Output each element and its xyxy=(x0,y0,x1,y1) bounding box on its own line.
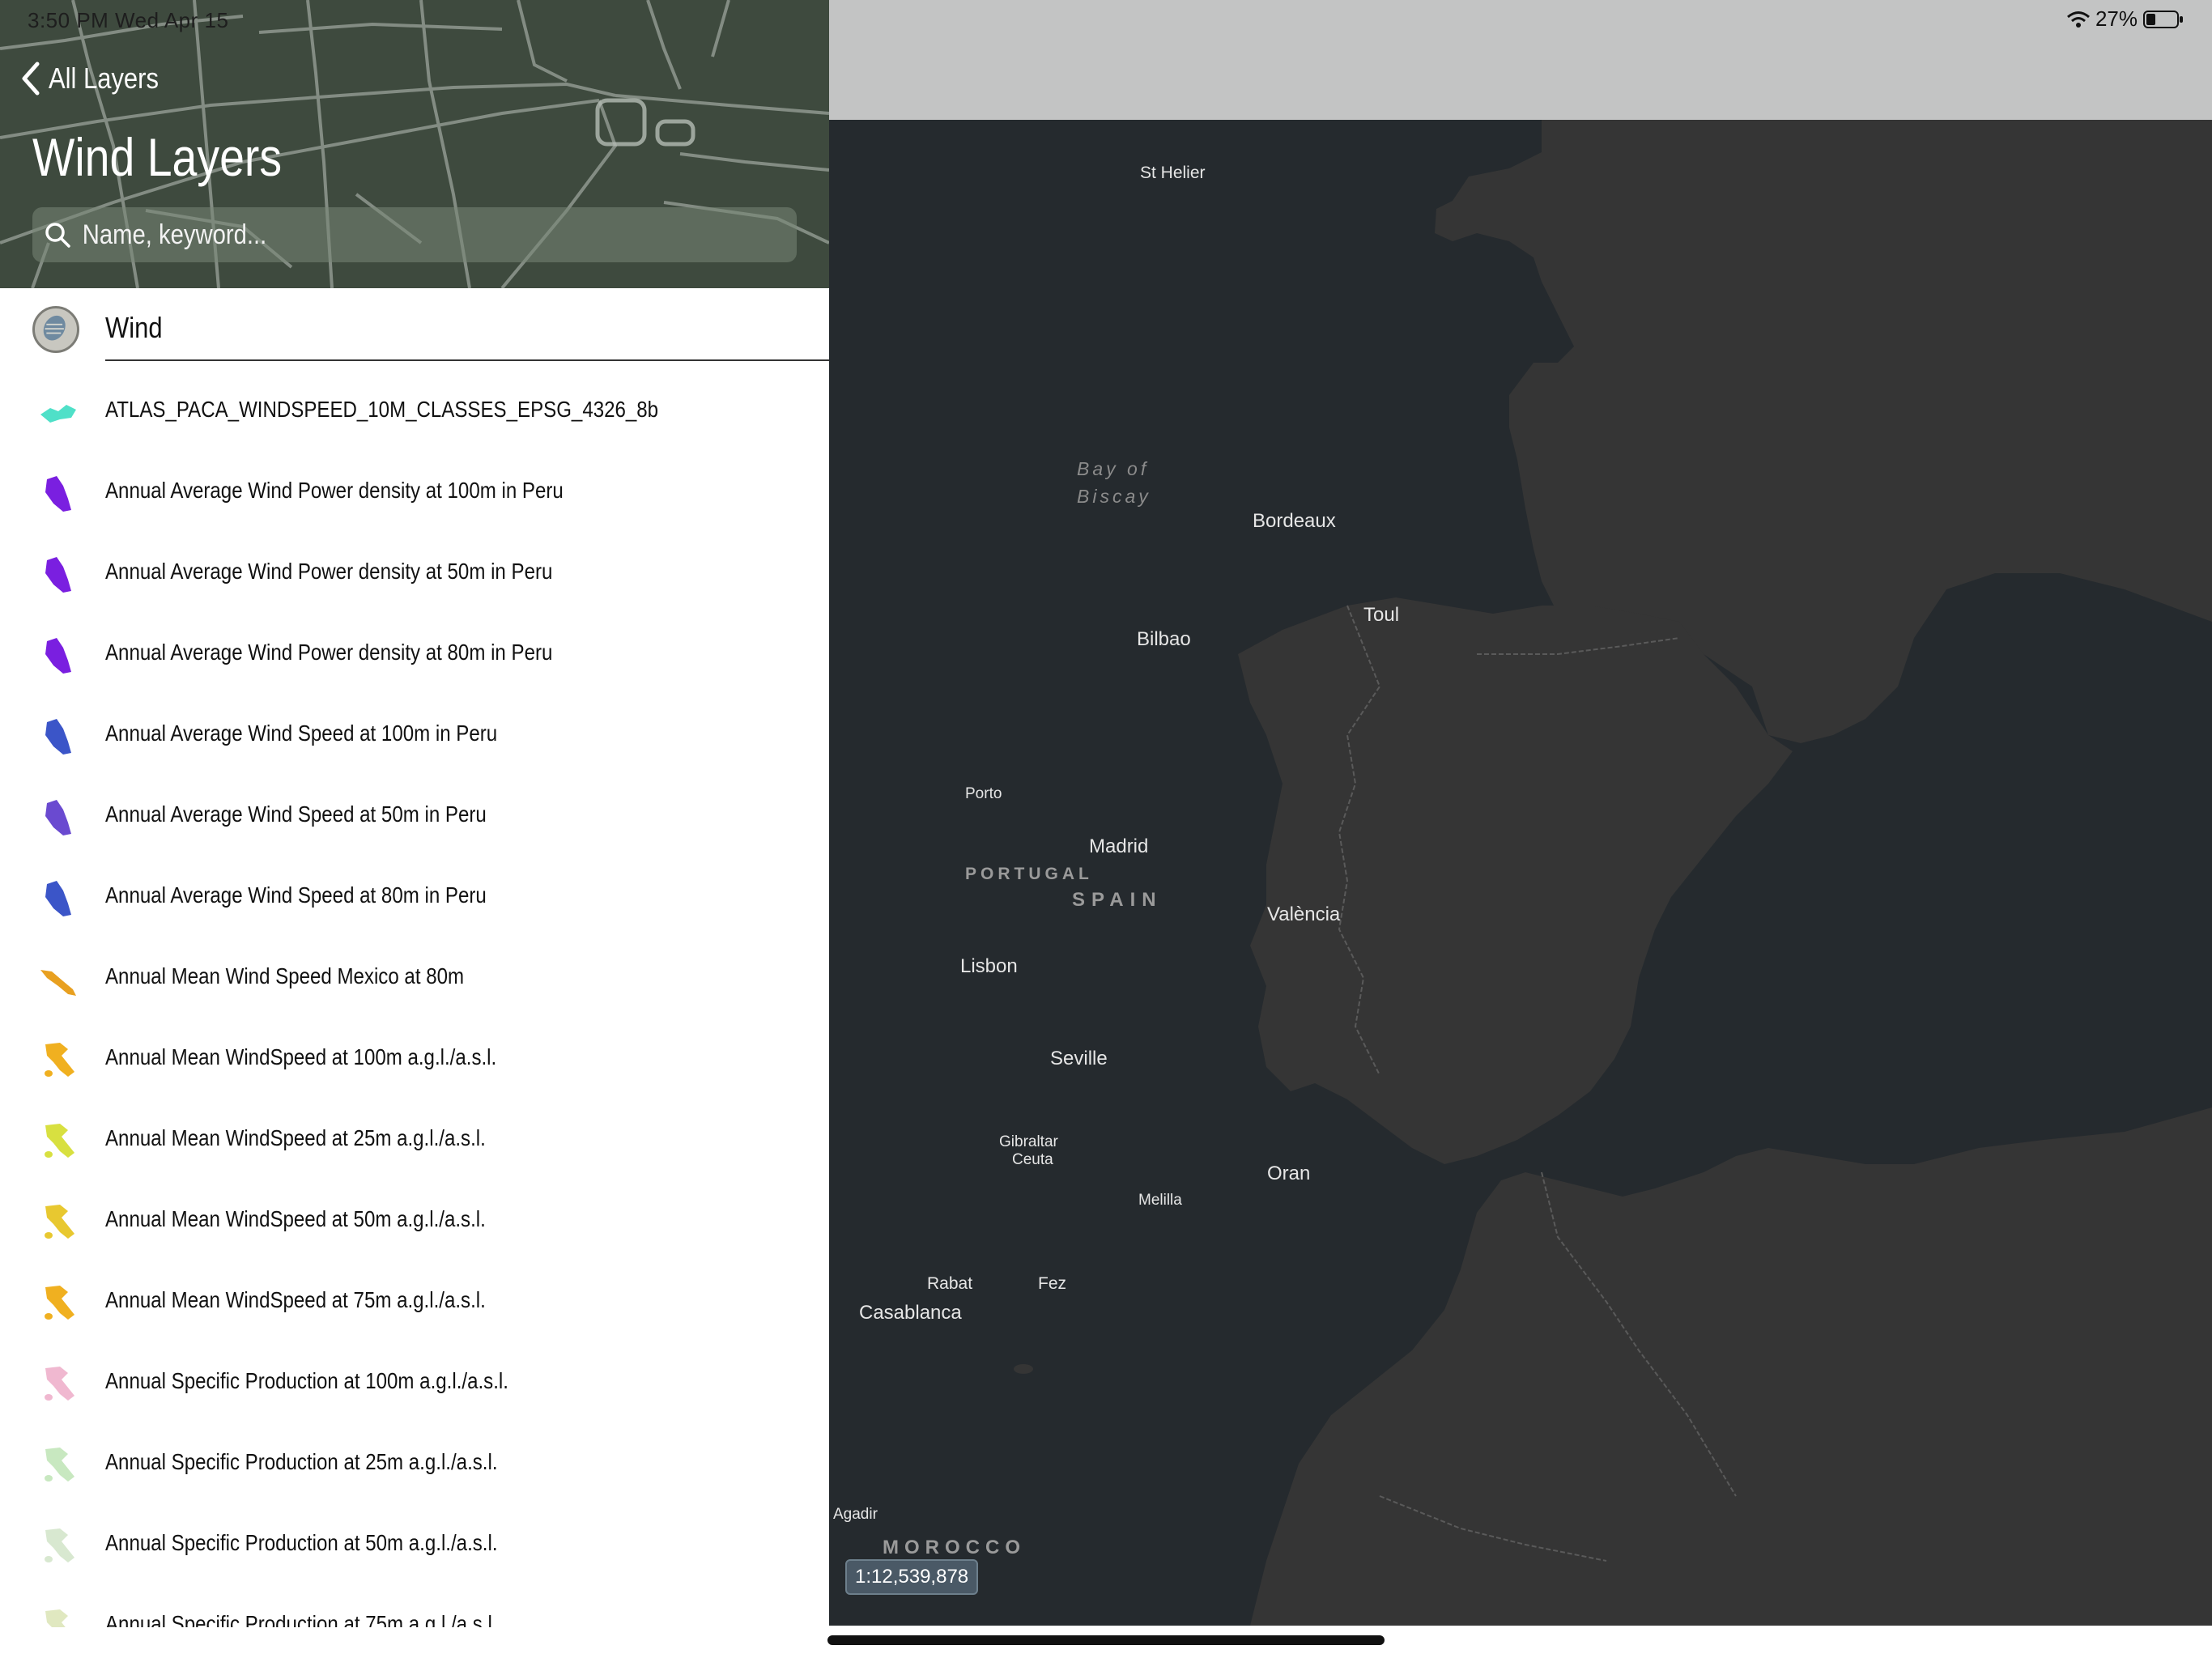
layer-label: Annual Mean WindSpeed at 50m a.g.l./a.s.… xyxy=(105,1206,486,1231)
map-label-rabat: Rabat xyxy=(927,1274,973,1293)
wifi-icon xyxy=(2066,11,2090,28)
map-label-morocco: MOROCCO xyxy=(883,1537,1026,1558)
layer-label: Annual Average Wind Speed at 80m in Peru xyxy=(105,882,487,908)
map-top-bar xyxy=(829,0,2212,120)
layer-label: Annual Specific Production at 50m a.g.l.… xyxy=(105,1530,498,1555)
section-label: Wind xyxy=(105,311,163,344)
italy-map-icon xyxy=(45,1448,74,1482)
battery-percent: 27% xyxy=(2095,6,2138,31)
layer-list-item[interactable]: Annual Specific Production at 100m a.g.l… xyxy=(0,1342,829,1423)
italy-map-icon xyxy=(45,1286,74,1320)
layer-list-item[interactable]: Annual Average Wind Power density at 100… xyxy=(0,452,829,533)
paca-map-icon xyxy=(40,405,76,423)
peru-map-icon xyxy=(45,800,71,835)
panel-header: All Layers Wind Layers xyxy=(0,0,829,288)
layer-list-item[interactable]: Annual Average Wind Speed at 50m in Peru xyxy=(0,776,829,857)
search-icon xyxy=(45,223,70,248)
back-button[interactable]: All Layers xyxy=(19,58,177,99)
map-label-casablanca: Casablanca xyxy=(859,1302,962,1324)
section-divider xyxy=(105,359,829,361)
map-label-gibraltar: Gibraltar xyxy=(999,1133,1058,1150)
layer-list-item[interactable]: Annual Mean WindSpeed at 100m a.g.l./a.s… xyxy=(0,1018,829,1099)
layer-label: Annual Average Wind Speed at 50m in Peru xyxy=(105,801,487,827)
layer-list: ATLAS_PACA_WINDSPEED_10M_CLASSES_EPSG_43… xyxy=(0,371,829,1627)
wind-category-icon xyxy=(32,306,79,353)
search-box[interactable] xyxy=(32,207,797,262)
layer-label: Annual Mean WindSpeed at 25m a.g.l./a.s.… xyxy=(105,1125,486,1150)
layer-list-item[interactable]: Annual Mean WindSpeed at 75m a.g.l./a.s.… xyxy=(0,1261,829,1342)
map-view[interactable]: St Helier Bay of Biscay Bordeaux Toul Bi… xyxy=(829,0,2212,1626)
layer-label: Annual Average Wind Power density at 80m… xyxy=(105,640,553,665)
layer-list-item[interactable]: Annual Average Wind Speed at 100m in Per… xyxy=(0,695,829,776)
layer-list-item[interactable]: Annual Mean WindSpeed at 25m a.g.l./a.s.… xyxy=(0,1099,829,1180)
map-label-toul: Toul xyxy=(1363,604,1400,626)
map-scale-badge: 1:12,539,878 xyxy=(845,1559,979,1595)
layer-list-item[interactable]: Annual Specific Production at 50m a.g.l.… xyxy=(0,1504,829,1585)
chevron-left-icon xyxy=(22,62,40,96)
search-input[interactable] xyxy=(81,218,669,252)
map-label-agadir: Agadir xyxy=(833,1506,878,1523)
peru-map-icon xyxy=(45,638,71,674)
layer-label: Annual Mean WindSpeed at 75m a.g.l./a.s.… xyxy=(105,1287,486,1312)
map-label-bilbao: Bilbao xyxy=(1137,628,1191,650)
map-label-madrid: Madrid xyxy=(1089,835,1149,857)
map-label-oran: Oran xyxy=(1267,1163,1311,1184)
layer-list-item[interactable]: ATLAS_PACA_WINDSPEED_10M_CLASSES_EPSG_43… xyxy=(0,371,829,452)
map-label-valencia: València xyxy=(1267,903,1341,925)
layer-list-item[interactable]: Annual Average Wind Power density at 80m… xyxy=(0,614,829,695)
layer-label: Annual Mean Wind Speed Mexico at 80m xyxy=(105,963,465,988)
peru-map-icon xyxy=(45,881,71,916)
layer-list-item[interactable]: Annual Mean Wind Speed Mexico at 80m xyxy=(0,937,829,1018)
italy-map-icon xyxy=(45,1367,74,1401)
map-label-seville: Seville xyxy=(1050,1048,1108,1069)
layer-list-item[interactable]: Annual Average Wind Speed at 80m in Peru xyxy=(0,857,829,937)
map-label-spain: SPAIN xyxy=(1072,889,1163,911)
map-label-biscay: Biscay xyxy=(1077,486,1151,507)
layer-label: Annual Average Wind Power density at 50m… xyxy=(105,559,553,584)
back-button-label: All Layers xyxy=(49,62,159,95)
page-title: Wind Layers xyxy=(32,127,283,187)
battery-icon xyxy=(2143,10,2183,28)
layer-label: Annual Average Wind Power density at 100… xyxy=(105,478,564,503)
layer-label: Annual Specific Production at 25m a.g.l.… xyxy=(105,1449,498,1474)
map-label-st-helier: St Helier xyxy=(1140,164,1206,182)
map-label-ceuta: Ceuta xyxy=(1012,1151,1053,1168)
layers-panel: All Layers Wind Layers Wind ATLAS_PACA_W… xyxy=(0,0,829,1658)
italy-map-icon xyxy=(45,1609,68,1627)
italy-map-icon xyxy=(45,1528,74,1562)
map-label-portugal: PORTUGAL xyxy=(965,865,1093,883)
map-label-bordeaux: Bordeaux xyxy=(1253,510,1336,532)
status-time: 3:50 PM Wed Apr 15 xyxy=(28,8,229,32)
layer-list-item[interactable]: Annual Specific Production at 75m a.g.l.… xyxy=(0,1585,829,1627)
mexico-map-icon xyxy=(40,970,76,996)
layer-label: Annual Specific Production at 100m a.g.l… xyxy=(105,1368,508,1393)
map-label-melilla: Melilla xyxy=(1138,1192,1182,1209)
map-label-porto: Porto xyxy=(965,785,1002,802)
map-label-lisbon: Lisbon xyxy=(960,955,1018,977)
italy-map-icon xyxy=(45,1205,74,1239)
italy-map-icon xyxy=(45,1124,74,1158)
section-header-wind: Wind xyxy=(0,288,829,363)
peru-map-icon xyxy=(45,557,71,593)
layer-label: Annual Average Wind Speed at 100m in Per… xyxy=(105,721,498,746)
italy-map-icon xyxy=(45,1043,74,1077)
layer-list-item[interactable]: Annual Mean WindSpeed at 50m a.g.l./a.s.… xyxy=(0,1180,829,1261)
layer-list-item[interactable]: Annual Average Wind Power density at 50m… xyxy=(0,533,829,614)
peru-map-icon xyxy=(45,719,71,755)
layer-label: Annual Mean WindSpeed at 100m a.g.l./a.s… xyxy=(105,1044,497,1069)
layer-label: ATLAS_PACA_WINDSPEED_10M_CLASSES_EPSG_43… xyxy=(105,397,659,422)
home-indicator[interactable] xyxy=(827,1635,1385,1645)
status-indicators: 27% xyxy=(2061,6,2184,32)
layer-list-item[interactable]: Annual Specific Production at 25m a.g.l.… xyxy=(0,1423,829,1504)
layer-label: Annual Specific Production at 75m a.g.l.… xyxy=(105,1611,498,1627)
peru-map-icon xyxy=(45,476,71,512)
map-label-bay-of: Bay of xyxy=(1077,458,1150,479)
map-label-fez: Fez xyxy=(1038,1274,1067,1293)
